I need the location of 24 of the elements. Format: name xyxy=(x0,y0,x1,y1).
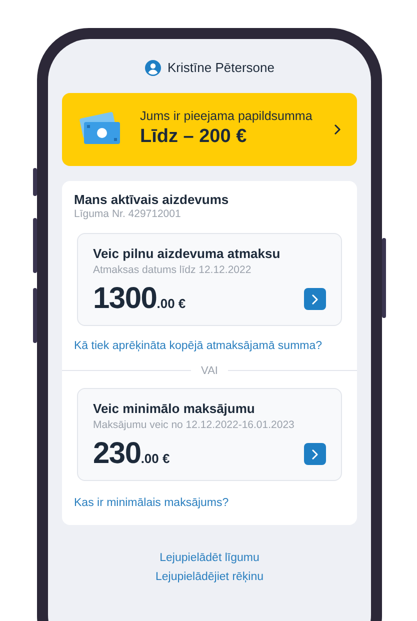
user-avatar-icon xyxy=(144,60,161,76)
chevron-right-icon xyxy=(311,294,319,305)
user-name: Kristīne Pētersone xyxy=(168,59,274,77)
download-link[interactable]: Lejupielādēt līgumu xyxy=(160,550,260,565)
contract-number: Līguma Nr. 429712001 xyxy=(74,208,182,221)
info-link[interactable]: Kas ir minimālais maksājums? xyxy=(62,495,357,513)
chevron-right-icon xyxy=(334,124,341,134)
amount-text: 1300.00 € xyxy=(93,284,186,314)
option-title: Veic minimālo maksājumu xyxy=(93,401,256,418)
amount-text: 230.00 € xyxy=(93,439,170,470)
proceed-button[interactable] xyxy=(304,288,326,310)
loan-title: Mans aktīvais aizdevums xyxy=(74,192,230,208)
download-link[interactable]: Lejupielādējiet rēķinu xyxy=(155,570,264,584)
info-link[interactable]: Kā tiek aprēķināta kopējā atmaksājamā summa? xyxy=(62,338,357,356)
banner-amount: Līdz – 200 € xyxy=(140,124,248,149)
option-subtitle: Atmaksas datums līdz 12.12.2022 xyxy=(93,264,252,278)
proceed-button[interactable] xyxy=(304,443,326,466)
extra-amount-banner[interactable]: Jums ir pieejama papildsumma Līdz – 200 € xyxy=(62,92,357,166)
option-subtitle: Maksājumu veic no 12.12.2022-16.01.2023 xyxy=(93,419,296,432)
separator-text: VAI xyxy=(201,364,218,378)
chevron-right-icon xyxy=(311,448,319,460)
option-title: Veic pilnu aizdevuma atmaksu xyxy=(93,246,282,262)
banknotes-icon xyxy=(78,112,122,146)
banner-title: Jums ir pieejama papildsumma xyxy=(140,109,314,125)
